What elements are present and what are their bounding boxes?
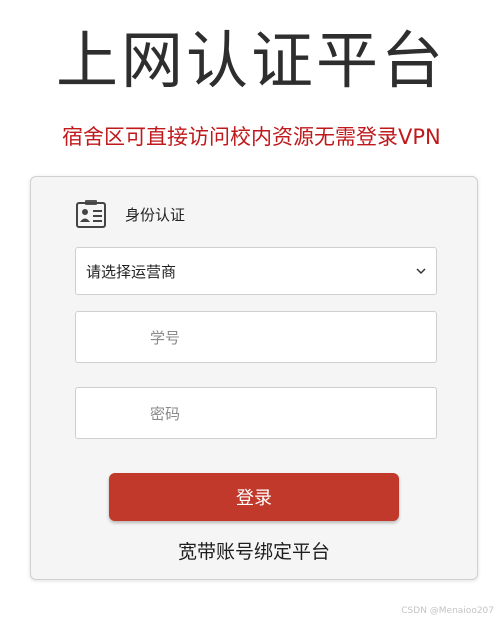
login-card: 身份认证 请选择运营商 学号 密码 登录 宽带账号绑定平台 xyxy=(30,176,478,580)
isp-select-value: 请选择运营商 xyxy=(86,262,177,281)
id-card-icon xyxy=(76,200,106,228)
watermark: CSDN @Menaioo207 xyxy=(401,606,494,616)
isp-select[interactable]: 请选择运营商 xyxy=(75,247,437,295)
student-id-field[interactable]: 学号 xyxy=(75,311,437,363)
login-button[interactable]: 登录 xyxy=(109,473,399,521)
identity-header: 身份认证 xyxy=(75,199,185,229)
password-field[interactable]: 密码 xyxy=(75,387,437,439)
student-id-placeholder: 学号 xyxy=(150,328,181,347)
chevron-down-icon xyxy=(416,268,426,275)
password-placeholder: 密码 xyxy=(150,404,181,423)
identity-header-label: 身份认证 xyxy=(125,205,186,224)
page-title: 上网认证平台 xyxy=(56,24,447,97)
broadband-bind-link[interactable]: 宽带账号绑定平台 xyxy=(31,537,477,564)
vpn-notice: 宿舍区可直接访问校内资源无需登录VPN xyxy=(62,125,441,149)
